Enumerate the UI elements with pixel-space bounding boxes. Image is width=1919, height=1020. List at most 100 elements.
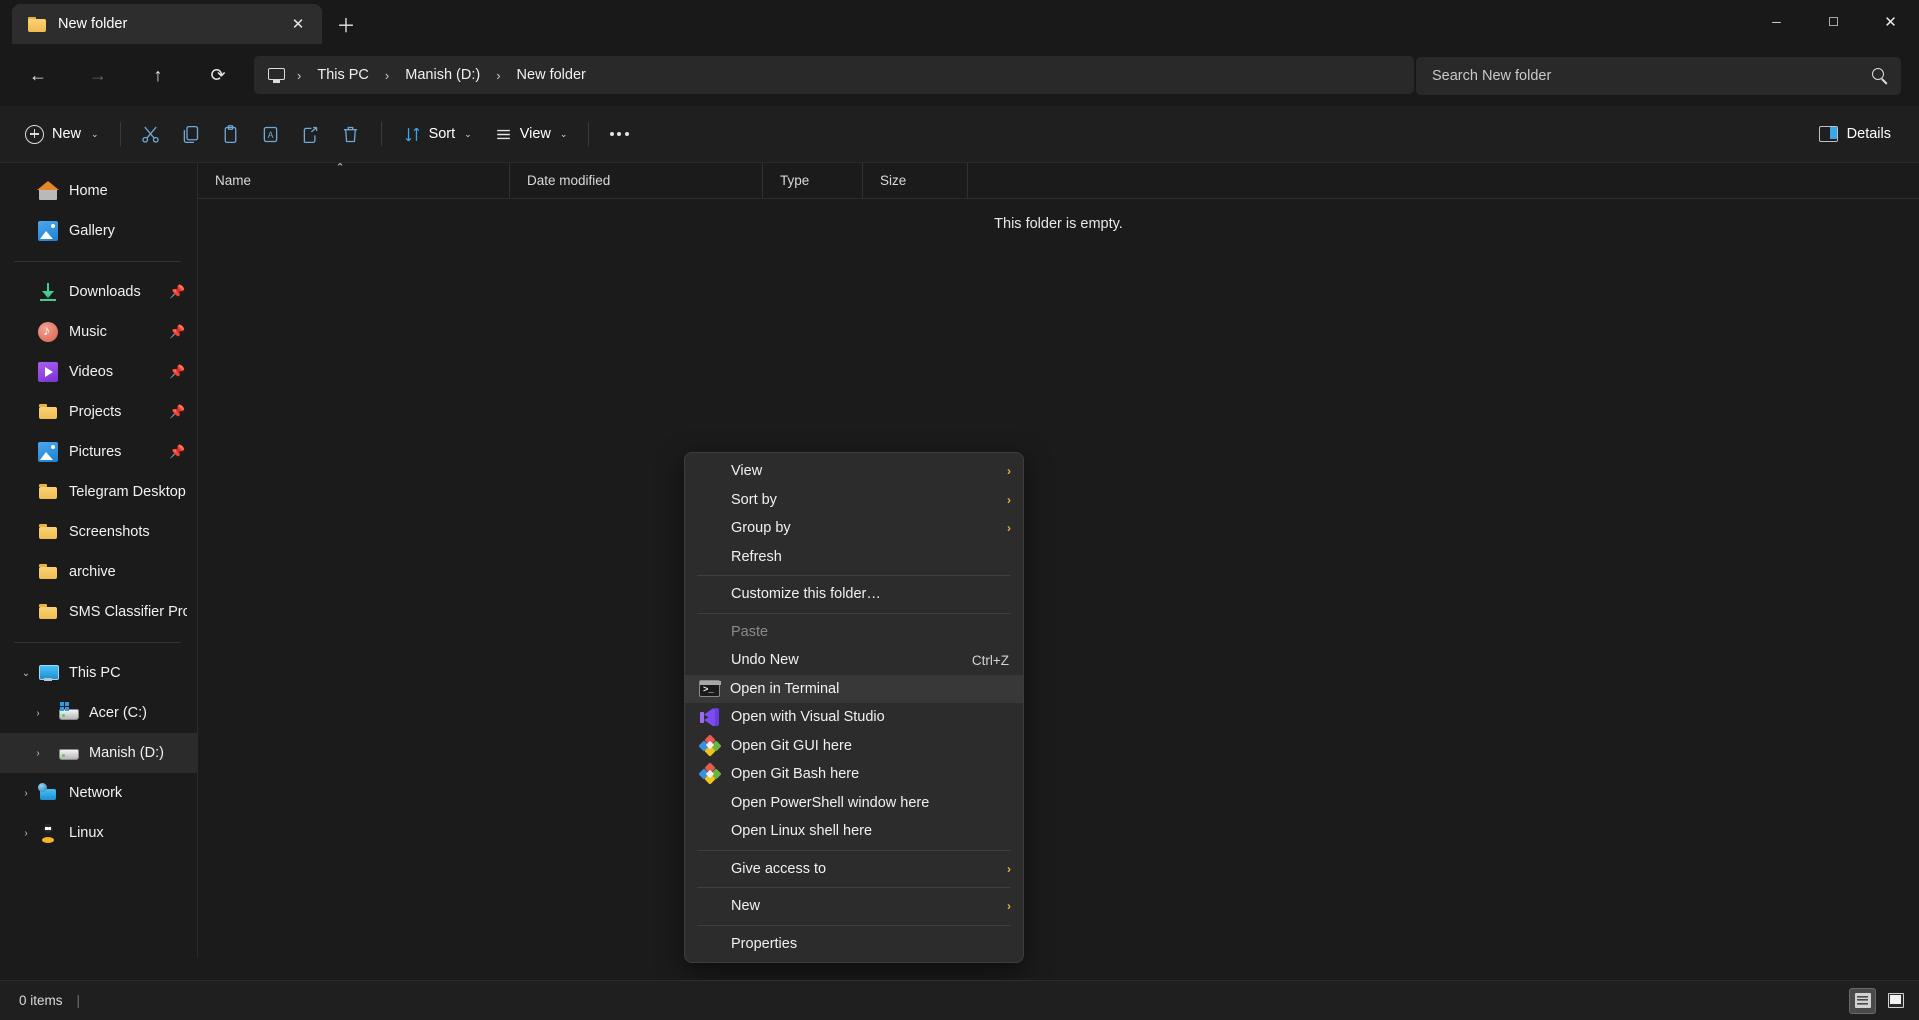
menu-item-customize-this-folder[interactable]: Customize this folder… bbox=[685, 580, 1023, 609]
divider bbox=[381, 122, 382, 146]
sidebar-item-label: Screenshots bbox=[69, 524, 150, 540]
chevron-right-icon[interactable]: › bbox=[30, 748, 46, 759]
menu-item-label: Open in Terminal bbox=[730, 681, 1013, 697]
menu-item-sort-by[interactable]: Sort by › bbox=[685, 486, 1023, 515]
sort-button[interactable]: Sort ⌄ bbox=[392, 116, 483, 152]
maximize-icon[interactable]: ☐ bbox=[1805, 0, 1862, 44]
refresh-icon[interactable]: ⟳ bbox=[200, 57, 236, 93]
breadcrumb-separator: › bbox=[375, 68, 399, 83]
details-view-toggle[interactable] bbox=[1849, 988, 1876, 1014]
sidebar-item-acer-c[interactable]: › Acer (C:) bbox=[0, 693, 197, 733]
details-pane-button[interactable]: Details bbox=[1809, 116, 1901, 152]
navigation-pane[interactable]: Home Gallery Downloads 📌 Music 📌 Videos … bbox=[0, 163, 198, 958]
paste-button[interactable] bbox=[211, 116, 251, 152]
context-menu[interactable]: View › Sort by › Group by › Refresh Cust… bbox=[684, 452, 1024, 963]
chevron-right-icon[interactable]: › bbox=[30, 708, 46, 719]
menu-item-new[interactable]: New › bbox=[685, 892, 1023, 921]
sidebar-item-manish-d[interactable]: › Manish (D:) bbox=[0, 733, 197, 773]
view-button[interactable]: View ⌄ bbox=[483, 116, 579, 152]
breadcrumb-item-new-folder[interactable]: New folder bbox=[511, 63, 592, 87]
sidebar-item-archive[interactable]: archive bbox=[0, 552, 197, 592]
command-bar: New ⌄ A bbox=[0, 106, 1919, 163]
menu-item-give-access-to[interactable]: Give access to › bbox=[685, 855, 1023, 884]
close-icon[interactable]: ✕ bbox=[1862, 0, 1919, 44]
sidebar-item-projects[interactable]: Projects 📌 bbox=[0, 392, 197, 432]
menu-item-label: Open with Visual Studio bbox=[731, 709, 1013, 725]
column-header-date-modified[interactable]: Date modified bbox=[509, 163, 762, 199]
chevron-down-icon: ⌄ bbox=[560, 129, 568, 140]
search-icon[interactable] bbox=[1872, 68, 1889, 85]
dot bbox=[625, 132, 629, 136]
cut-button[interactable] bbox=[131, 116, 171, 152]
tab-new-folder[interactable]: New folder ✕ bbox=[12, 4, 322, 44]
divider bbox=[120, 122, 121, 146]
sidebar-item-network[interactable]: › Network bbox=[0, 773, 197, 813]
menu-item-view[interactable]: View › bbox=[685, 457, 1023, 486]
share-button[interactable] bbox=[291, 116, 331, 152]
folder-icon bbox=[28, 17, 46, 32]
sidebar-item-music[interactable]: Music 📌 bbox=[0, 312, 197, 352]
minimize-icon[interactable]: ─ bbox=[1748, 0, 1805, 44]
sort-icon bbox=[403, 125, 422, 144]
column-header-type[interactable]: Type bbox=[762, 163, 862, 199]
menu-item-refresh[interactable]: Refresh bbox=[685, 543, 1023, 572]
sidebar-item-screenshots[interactable]: Screenshots bbox=[0, 512, 197, 552]
menu-item-open-linux-shell-here[interactable]: Open Linux shell here bbox=[685, 817, 1023, 846]
menu-item-properties[interactable]: Properties bbox=[685, 930, 1023, 959]
menu-icon-placeholder bbox=[699, 623, 721, 641]
chevron-down-icon[interactable]: ⌄ bbox=[18, 668, 34, 679]
pin-icon: 📌 bbox=[169, 284, 183, 299]
breadcrumb-item-manish-d[interactable]: Manish (D:) bbox=[399, 63, 486, 87]
menu-item-open-in-terminal[interactable]: Open in Terminal bbox=[685, 675, 1023, 704]
menu-item-label: Paste bbox=[731, 624, 1013, 640]
column-header-name[interactable]: ⌃ Name bbox=[198, 163, 509, 199]
new-button[interactable]: New ⌄ bbox=[14, 116, 110, 152]
sidebar-item-videos[interactable]: Videos 📌 bbox=[0, 352, 197, 392]
menu-icon-placeholder bbox=[699, 822, 721, 840]
menu-icon-placeholder bbox=[699, 860, 721, 878]
new-tab-button[interactable]: ＋ bbox=[328, 6, 364, 42]
sidebar-item-label: Linux bbox=[69, 825, 104, 841]
tiles-view-toggle[interactable] bbox=[1882, 988, 1909, 1014]
sidebar-item-this-pc[interactable]: ⌄ This PC bbox=[0, 653, 197, 693]
column-header-size[interactable]: Size bbox=[862, 163, 967, 199]
forward-icon[interactable]: → bbox=[80, 57, 116, 93]
menu-item-open-git-bash-here[interactable]: Open Git Bash here bbox=[685, 760, 1023, 789]
copy-button[interactable] bbox=[171, 116, 211, 152]
up-icon[interactable]: ↑ bbox=[140, 57, 176, 93]
menu-icon-placeholder bbox=[699, 651, 721, 669]
menu-icon-placeholder bbox=[699, 548, 721, 566]
sidebar-item-sms-classifier-project[interactable]: SMS Classifier Proje bbox=[0, 592, 197, 632]
sidebar-item-telegram-desktop[interactable]: Telegram Desktop bbox=[0, 472, 197, 512]
rename-button[interactable]: A bbox=[251, 116, 291, 152]
chevron-right-icon[interactable]: › bbox=[18, 828, 34, 839]
sidebar-item-home[interactable]: Home bbox=[0, 171, 197, 211]
search-box[interactable] bbox=[1416, 57, 1901, 95]
breadcrumb[interactable]: › This PC › Manish (D:) › New folder bbox=[254, 56, 1414, 94]
delete-button[interactable] bbox=[331, 116, 371, 152]
folder-icon bbox=[38, 602, 58, 622]
chevron-right-icon[interactable]: › bbox=[18, 788, 34, 799]
search-input[interactable] bbox=[1432, 68, 1872, 84]
file-list-area[interactable]: This folder is empty. bbox=[198, 199, 1919, 958]
sidebar-item-label: Acer (C:) bbox=[89, 705, 147, 721]
sidebar-item-gallery[interactable]: Gallery bbox=[0, 211, 197, 251]
sidebar-item-downloads[interactable]: Downloads 📌 bbox=[0, 272, 197, 312]
menu-item-group-by[interactable]: Group by › bbox=[685, 514, 1023, 543]
videos-icon bbox=[38, 362, 58, 382]
sidebar-item-linux[interactable]: › Linux bbox=[0, 813, 197, 853]
column-headers: ⌃ Name Date modified Type Size bbox=[198, 163, 1919, 199]
menu-item-open-git-gui-here[interactable]: Open Git GUI here bbox=[685, 732, 1023, 761]
sort-label: Sort bbox=[429, 126, 456, 142]
sidebar-item-label: Home bbox=[69, 183, 108, 199]
sidebar-item-label: Videos bbox=[69, 364, 113, 380]
close-icon[interactable]: ✕ bbox=[284, 10, 312, 38]
breadcrumb-item-this-pc[interactable]: This PC bbox=[311, 63, 375, 87]
sidebar-item-pictures[interactable]: Pictures 📌 bbox=[0, 432, 197, 472]
more-options-button[interactable] bbox=[599, 116, 639, 152]
menu-item-undo-new[interactable]: Undo New Ctrl+Z bbox=[685, 646, 1023, 675]
back-icon[interactable]: ← bbox=[20, 57, 56, 93]
menu-item-label: Properties bbox=[731, 936, 1013, 952]
menu-item-open-powershell-window-here[interactable]: Open PowerShell window here bbox=[685, 789, 1023, 818]
menu-item-open-with-visual-studio[interactable]: Open with Visual Studio bbox=[685, 703, 1023, 732]
